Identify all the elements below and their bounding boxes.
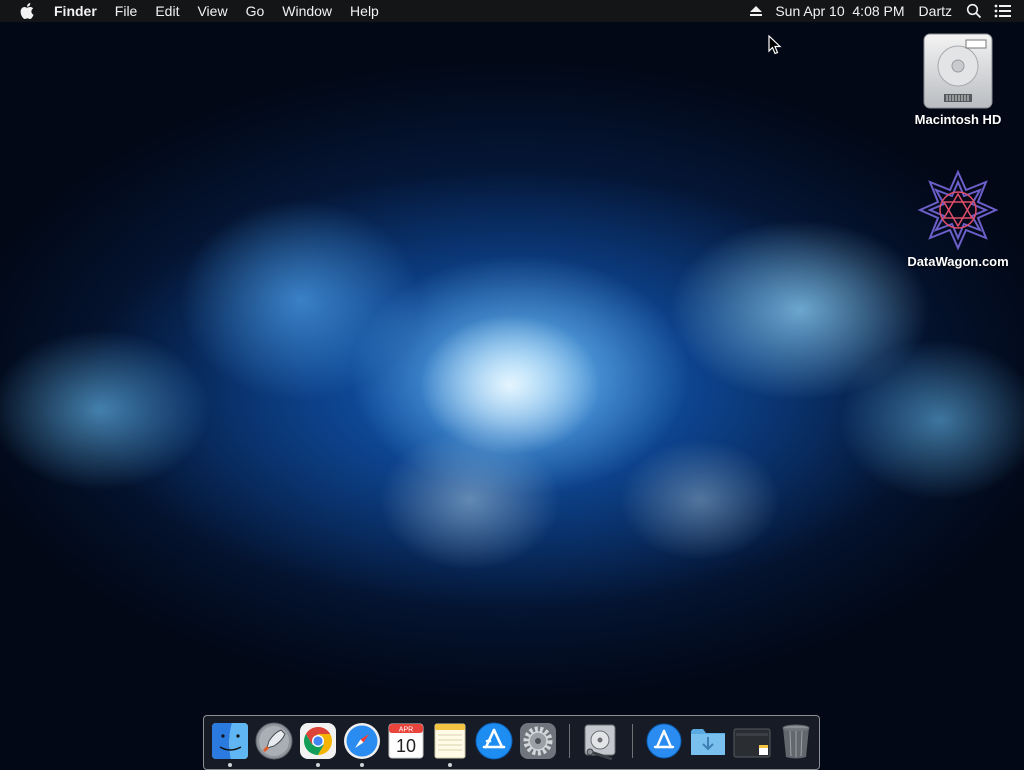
dock-finder[interactable] xyxy=(210,721,250,761)
dock-notes[interactable] xyxy=(430,721,470,761)
downloads-folder-icon xyxy=(691,729,725,755)
safari-compass-icon xyxy=(344,723,380,759)
calendar-icon: APR 10 xyxy=(388,723,424,759)
app-store-icon xyxy=(475,722,513,760)
dock-documents-stack[interactable] xyxy=(732,721,772,761)
dock-system-preferences[interactable] xyxy=(518,721,558,761)
calendar-day: 10 xyxy=(396,736,416,756)
running-indicator xyxy=(316,763,320,767)
trash-icon xyxy=(782,724,810,759)
menu-user-name[interactable]: Dartz xyxy=(919,3,952,19)
menu-edit[interactable]: Edit xyxy=(146,3,188,19)
desktop-icon-macintosh-hd[interactable]: Macintosh HD xyxy=(903,32,1013,127)
dock-launchpad[interactable] xyxy=(254,721,294,761)
menu-view[interactable]: View xyxy=(188,3,236,19)
disk-utility-icon xyxy=(584,724,616,761)
finder-icon xyxy=(212,723,248,759)
dock-app-store[interactable] xyxy=(474,721,514,761)
desktop-wallpaper xyxy=(0,0,1024,768)
menu-help[interactable]: Help xyxy=(341,3,388,19)
apple-menu-button[interactable] xyxy=(0,3,54,19)
desktop-icon-datawagon[interactable]: DataWagon.com xyxy=(903,168,1013,269)
mouse-pointer-icon xyxy=(768,35,782,55)
dock-applications-folder[interactable] xyxy=(644,721,684,761)
dock-separator xyxy=(632,724,633,758)
dock-disk-utility[interactable] xyxy=(580,721,620,761)
menu-bar: Finder File Edit View Go Window Help Sun… xyxy=(0,0,1024,22)
dock-trash[interactable] xyxy=(776,721,816,761)
dock-downloads-folder[interactable] xyxy=(688,721,728,761)
dock-chrome[interactable] xyxy=(298,721,338,761)
menu-file[interactable]: File xyxy=(106,3,147,19)
dock: APR 10 xyxy=(203,715,820,770)
dock-separator xyxy=(569,724,570,758)
dock-safari[interactable] xyxy=(342,721,382,761)
desktop-icon-label: DataWagon.com xyxy=(907,254,1009,269)
chrome-icon xyxy=(300,723,336,759)
menu-go[interactable]: Go xyxy=(237,3,274,19)
star-logo-icon xyxy=(917,169,999,251)
menu-app-name[interactable]: Finder xyxy=(54,3,106,19)
applications-folder-icon xyxy=(646,723,682,759)
menu-clock[interactable]: Sun Apr 10 4:08 PM xyxy=(775,3,904,19)
dock-calendar[interactable]: APR 10 xyxy=(386,721,426,761)
hard-drive-icon xyxy=(923,33,993,109)
running-indicator xyxy=(448,763,452,767)
calendar-month: APR xyxy=(399,727,413,734)
eject-icon[interactable] xyxy=(749,5,763,17)
notification-center-icon[interactable] xyxy=(994,4,1012,18)
desktop-icon-label: Macintosh HD xyxy=(914,112,1002,127)
menu-window[interactable]: Window xyxy=(273,3,341,19)
running-indicator xyxy=(228,763,232,767)
running-indicator xyxy=(360,763,364,767)
notes-icon xyxy=(434,723,466,759)
launchpad-rocket-icon xyxy=(255,722,293,760)
documents-stack-icon xyxy=(733,728,771,758)
spotlight-search-icon[interactable] xyxy=(966,3,982,19)
apple-logo-icon xyxy=(20,3,34,19)
gear-icon xyxy=(520,723,556,759)
